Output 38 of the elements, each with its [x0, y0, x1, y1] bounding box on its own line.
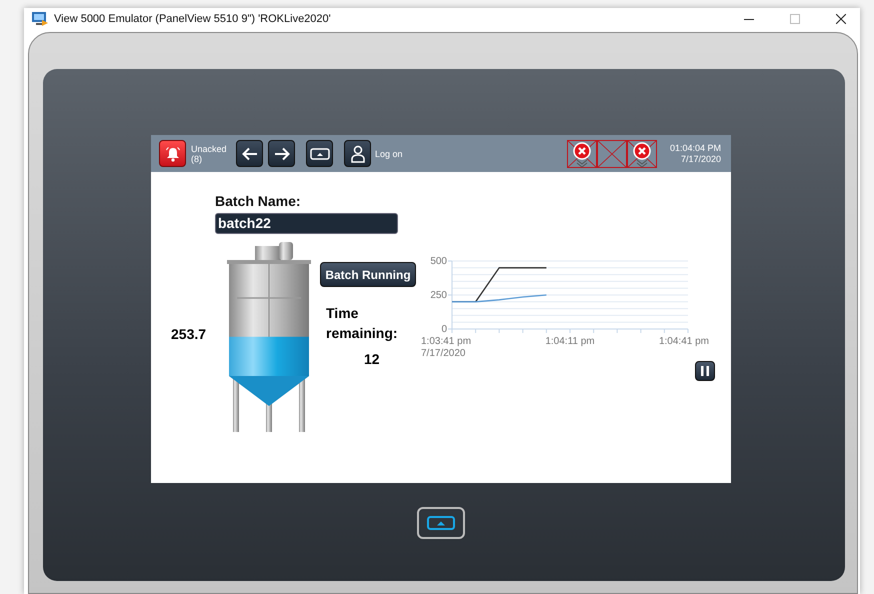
home-button[interactable]: [417, 507, 465, 539]
x-tick-label: 1:03:41 pm: [421, 336, 472, 347]
y-tick-label: 0: [441, 324, 447, 335]
clock-date: 7/17/2020: [680, 154, 721, 164]
pause-icon: [701, 366, 709, 376]
y-axis: [448, 260, 452, 330]
alarm-indicator[interactable]: [566, 140, 597, 168]
pause-button[interactable]: [695, 361, 715, 381]
forward-button[interactable]: [268, 140, 295, 167]
batch-running-button[interactable]: Batch Running: [320, 262, 416, 287]
screen-icon: [310, 148, 330, 160]
right-arrow-icon: [274, 146, 290, 160]
user-button[interactable]: [344, 140, 371, 167]
y-tick-label: 500: [430, 256, 447, 267]
time-remaining-value: 12: [364, 351, 381, 367]
x-tick-label: 1:04:11 pm: [545, 336, 595, 347]
login-label[interactable]: Log on: [375, 148, 403, 158]
tank-reading: 253.7: [171, 326, 208, 344]
left-arrow-icon: [242, 146, 258, 160]
x-axis-date: 7/17/2020: [421, 348, 466, 359]
window-title: View 5000 Emulator (PanelView 5510 9") 'ROKLive2020': [54, 13, 332, 25]
x-tick-label: 1:04:41 pm: [658, 336, 709, 347]
screen-icon: [427, 516, 455, 530]
alarm-status: Unacked: [191, 144, 228, 154]
batch-name-label: Batch Name:: [215, 193, 302, 209]
alarm-count: (8): [191, 154, 203, 164]
alarm-button[interactable]: [159, 140, 186, 167]
clock-time: 01:04:04 PM: [670, 142, 721, 154]
alarm-indicator[interactable]: [626, 140, 657, 168]
back-button[interactable]: [236, 140, 263, 167]
app-icon: [32, 12, 48, 26]
navigation-button[interactable]: [306, 140, 333, 167]
time-remaining-label: Time remaining:: [326, 304, 399, 343]
person-icon: [350, 144, 366, 162]
close-icon[interactable]: [836, 14, 846, 24]
bell-icon: [164, 144, 182, 162]
batch-name-field[interactable]: batch22: [215, 213, 398, 234]
y-tick-label: 250: [430, 290, 447, 301]
